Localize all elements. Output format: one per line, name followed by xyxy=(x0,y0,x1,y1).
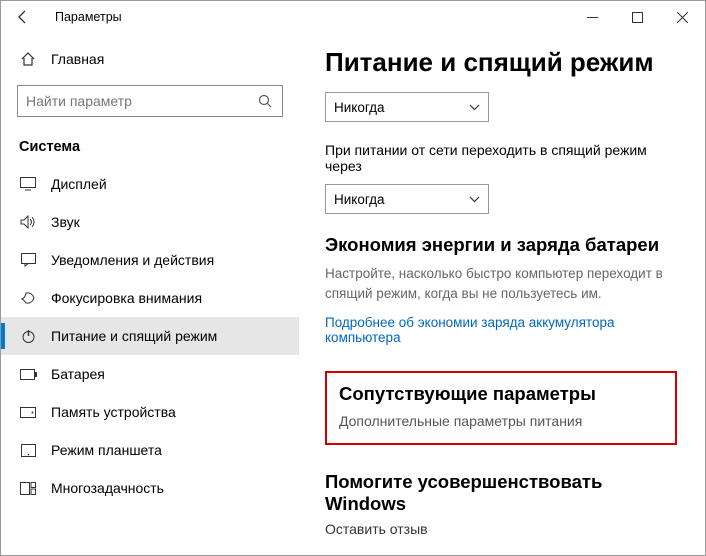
storage-icon xyxy=(19,407,37,418)
home-link[interactable]: Главная xyxy=(1,47,299,77)
nav-item-tablet[interactable]: Режим планшета xyxy=(1,431,299,469)
tablet-icon xyxy=(19,444,37,457)
home-label: Главная xyxy=(51,51,104,67)
focus-icon xyxy=(19,291,37,306)
nav-label: Фокусировка внимания xyxy=(51,290,202,306)
nav-item-battery[interactable]: Батарея xyxy=(1,355,299,393)
sound-icon xyxy=(19,215,37,229)
nav-item-power[interactable]: Питание и спящий режим xyxy=(1,317,299,355)
sidebar: Главная Система Дисплей Звук Уведом xyxy=(1,33,299,555)
notifications-icon xyxy=(19,253,37,267)
nav-item-sound[interactable]: Звук xyxy=(1,203,299,241)
sleep-plugged-label: При питании от сети переходить в спящий … xyxy=(325,142,681,174)
back-button[interactable] xyxy=(9,3,37,31)
nav-label: Батарея xyxy=(51,366,105,382)
battery-section-heading: Экономия энергии и заряда батареи xyxy=(325,234,681,256)
minimize-button[interactable] xyxy=(570,2,615,32)
chevron-down-icon xyxy=(469,104,480,111)
nav-label: Питание и спящий режим xyxy=(51,328,217,344)
search-input[interactable] xyxy=(17,85,283,117)
nav-list: Дисплей Звук Уведомления и действия Фоку… xyxy=(1,165,299,507)
display-icon xyxy=(19,177,37,191)
dropdown-screen-sleep[interactable]: Никогда xyxy=(325,92,489,122)
nav-label: Звук xyxy=(51,214,80,230)
chevron-down-icon xyxy=(469,196,480,203)
dropdown-sleep-plugged[interactable]: Никогда xyxy=(325,184,489,214)
maximize-button[interactable] xyxy=(615,2,660,32)
nav-label: Режим планшета xyxy=(51,442,162,458)
multitasking-icon xyxy=(19,482,37,495)
nav-item-display[interactable]: Дисплей xyxy=(1,165,299,203)
power-icon xyxy=(19,329,37,344)
category-title: Система xyxy=(1,133,299,165)
titlebar: Параметры xyxy=(1,1,705,33)
nav-item-focus[interactable]: Фокусировка внимания xyxy=(1,279,299,317)
nav-item-storage[interactable]: Память устройства xyxy=(1,393,299,431)
nav-label: Память устройства xyxy=(51,404,176,420)
page-heading: Питание и спящий режим xyxy=(325,47,681,78)
home-icon xyxy=(19,51,37,67)
window-title: Параметры xyxy=(55,10,122,24)
related-heading: Сопутствующие параметры xyxy=(339,383,663,405)
nav-item-multitasking[interactable]: Многозадачность xyxy=(1,469,299,507)
feedback-section: Помогите усовершенствовать Windows Остав… xyxy=(325,471,681,537)
dropdown-value: Никогда xyxy=(334,100,385,115)
search-icon xyxy=(256,94,274,109)
battery-section-text: Настройте, насколько быстро компьютер пе… xyxy=(325,264,681,305)
nav-item-notifications[interactable]: Уведомления и действия xyxy=(1,241,299,279)
nav-label: Многозадачность xyxy=(51,480,164,496)
nav-label: Дисплей xyxy=(51,176,107,192)
dropdown-value: Никогда xyxy=(334,192,385,207)
related-link[interactable]: Дополнительные параметры питания xyxy=(339,413,663,429)
feedback-link[interactable]: Оставить отзыв xyxy=(325,521,681,537)
battery-icon xyxy=(19,369,37,380)
close-button[interactable] xyxy=(660,2,705,32)
battery-learn-more-link[interactable]: Подробнее об экономии заряда аккумулятор… xyxy=(325,315,681,345)
nav-label: Уведомления и действия xyxy=(51,252,214,268)
search-field[interactable] xyxy=(26,93,256,109)
feedback-heading: Помогите усовершенствовать Windows xyxy=(325,471,681,515)
related-settings-highlight: Сопутствующие параметры Дополнительные п… xyxy=(325,371,677,445)
main-panel: Питание и спящий режим Никогда При питан… xyxy=(299,33,705,555)
